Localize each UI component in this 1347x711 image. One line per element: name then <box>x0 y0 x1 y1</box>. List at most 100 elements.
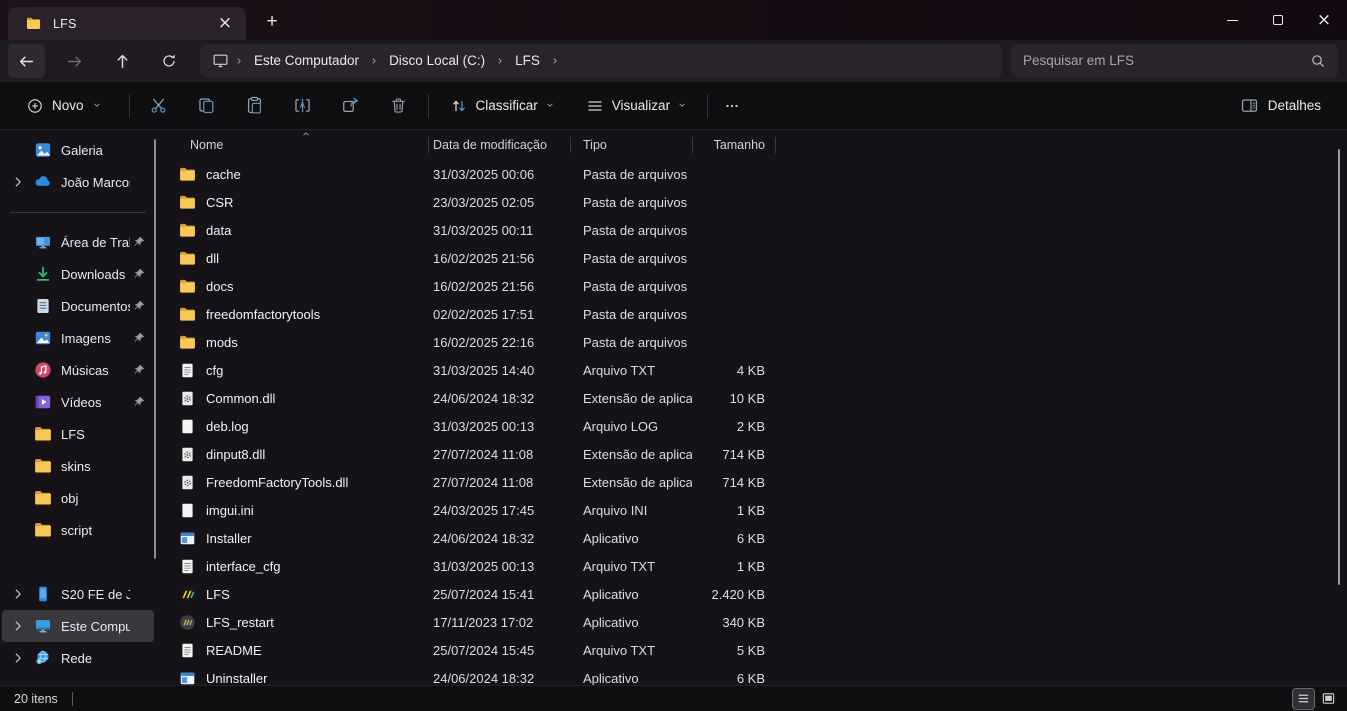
breadcrumb-chevron-icon[interactable] <box>368 55 380 67</box>
new-button[interactable]: Novo <box>16 91 112 121</box>
file-name-cell: cfg <box>160 362 428 379</box>
sort-menu-button[interactable]: Classificar <box>438 90 566 122</box>
delete-button[interactable] <box>375 88 423 124</box>
column-header-name[interactable]: Nome <box>160 138 428 152</box>
pictures-icon <box>34 329 52 347</box>
column-header-date[interactable]: Data de modificação <box>428 138 570 152</box>
cut-button[interactable] <box>135 88 183 124</box>
sidebar-item-m-sicas[interactable]: Músicas <box>2 354 154 386</box>
table-row[interactable]: Common.dll 24/06/2024 18:32 Extensão de ap… <box>160 384 1347 412</box>
column-divider[interactable] <box>692 137 693 153</box>
column-divider[interactable] <box>428 137 429 153</box>
sidebar-item-este-computado[interactable]: Este Computado <box>2 610 154 642</box>
more-options-button[interactable] <box>713 88 751 124</box>
expand-chevron-icon[interactable] <box>11 587 25 601</box>
sidebar-item-galeria[interactable]: Galeria <box>2 134 154 166</box>
copy-button[interactable] <box>183 88 231 124</box>
details-pane-button[interactable]: Detalhes <box>1230 89 1331 122</box>
column-header-type[interactable]: Tipo <box>570 138 692 152</box>
file-type: Pasta de arquivos <box>583 306 688 322</box>
back-arrow-icon <box>18 53 35 70</box>
new-tab-button[interactable]: + <box>257 9 287 34</box>
breadcrumb-item[interactable]: LFS <box>506 49 549 72</box>
column-divider[interactable] <box>775 137 776 153</box>
paste-button[interactable] <box>231 88 279 124</box>
view-menu-button[interactable]: Visualizar <box>574 90 698 122</box>
file-size: 1 KB <box>736 502 765 518</box>
expand-chevron-icon[interactable] <box>11 619 25 633</box>
details-view-button[interactable] <box>1292 687 1315 710</box>
table-row[interactable]: deb.log 31/03/2025 00:13 Arquivo LOG 2 KB <box>160 412 1347 440</box>
page-icon <box>179 418 196 435</box>
rename-button[interactable]: A <box>279 88 327 124</box>
table-row[interactable]: CSR 23/03/2025 02:05 Pasta de arquivos <box>160 188 1347 216</box>
table-row[interactable]: freedomfactorytools 02/02/2025 17:51 Pasta… <box>160 300 1347 328</box>
breadcrumb[interactable]: Este Computador Disco Local (C:) LFS <box>200 44 1002 77</box>
forward-button[interactable] <box>56 44 93 78</box>
sidebar-item--rea-de-trab[interactable]: Área de Trab <box>2 226 154 258</box>
table-row[interactable]: cache 31/03/2025 00:06 Pasta de arquivos <box>160 160 1347 188</box>
expand-chevron-icon[interactable] <box>11 651 25 665</box>
share-button[interactable] <box>327 88 375 124</box>
sidebar-item-rede[interactable]: Rede <box>2 642 154 674</box>
table-row[interactable]: imgui.ini 24/03/2025 17:45 Arquivo INI 1 KB <box>160 496 1347 524</box>
table-row[interactable]: data 31/03/2025 00:11 Pasta de arquivos <box>160 216 1347 244</box>
breadcrumb-chevron-icon[interactable] <box>549 55 561 67</box>
sidebar-item-imagens[interactable]: Imagens <box>2 322 154 354</box>
column-divider[interactable] <box>570 137 571 153</box>
thumbnails-view-button[interactable] <box>1318 689 1339 709</box>
sidebar-item-skins[interactable]: skins <box>2 450 154 482</box>
breadcrumb-chevron-icon[interactable] <box>233 55 245 67</box>
breadcrumb-item[interactable]: Disco Local (C:) <box>380 49 494 72</box>
file-date: 31/03/2025 00:11 <box>433 222 534 238</box>
table-row[interactable]: interface_cfg 31/03/2025 00:13 Arquivo TXT… <box>160 552 1347 580</box>
table-row[interactable]: README 25/07/2024 15:45 Arquivo TXT 5 KB <box>160 636 1347 664</box>
expand-chevron-icon[interactable] <box>11 175 25 189</box>
breadcrumb-chevron-icon[interactable] <box>494 55 506 67</box>
sidebar-item-lfs[interactable]: LFS <box>2 418 154 450</box>
table-row[interactable]: cfg 31/03/2025 14:40 Arquivo TXT 4 KB <box>160 356 1347 384</box>
sidebar-item-jo-o-marcos-vie[interactable]: João Marcos Vie <box>2 166 154 198</box>
sidebar-item-downloads[interactable]: Downloads <box>2 258 154 290</box>
column-header-size[interactable]: Tamanho <box>692 138 775 152</box>
search-box[interactable] <box>1011 44 1338 77</box>
file-type: Pasta de arquivos <box>583 194 688 210</box>
computer-icon <box>212 52 229 69</box>
table-row[interactable]: LFS_restart 17/11/2023 17:02 Aplicativo 340… <box>160 608 1347 636</box>
table-row[interactable]: dll 16/02/2025 21:56 Pasta de arquivos <box>160 244 1347 272</box>
close-button[interactable]: × <box>1301 0 1347 40</box>
view-lines-icon <box>586 97 604 115</box>
explorer-tab[interactable]: LFS × <box>8 7 246 40</box>
breadcrumb-item[interactable]: Este Computador <box>245 49 368 72</box>
table-row[interactable]: Uninstaller 24/06/2024 18:32 Aplicativo 6 K… <box>160 664 1347 685</box>
sidebar-item-documentos[interactable]: Documentos <box>2 290 154 322</box>
up-button[interactable] <box>104 44 141 78</box>
search-input[interactable] <box>1023 53 1310 68</box>
tab-close-icon[interactable]: × <box>212 12 238 36</box>
sort-menu-label: Classificar <box>475 98 538 113</box>
sidebar-item-label: S20 FE de João N <box>61 586 130 602</box>
table-row[interactable]: docs 16/02/2025 21:56 Pasta de arquivos <box>160 272 1347 300</box>
file-name: README <box>206 642 262 658</box>
table-row[interactable]: Installer 24/06/2024 18:32 Aplicativo 6 KB <box>160 524 1347 552</box>
sidebar-item-obj[interactable]: obj <box>2 482 154 514</box>
refresh-button[interactable] <box>150 44 187 78</box>
sidebar-scrollbar[interactable] <box>154 139 156 559</box>
sidebar-item-s20-fe-de-jo-o-n[interactable]: S20 FE de João N <box>2 578 154 610</box>
table-row[interactable]: mods 16/02/2025 22:16 Pasta de arquivos <box>160 328 1347 356</box>
sidebar-item-v-deos[interactable]: Vídeos <box>2 386 154 418</box>
maximize-button[interactable] <box>1255 0 1301 40</box>
table-row[interactable]: dinput8.dll 27/07/2024 11:08 Extensão de a… <box>160 440 1347 468</box>
search-icon[interactable] <box>1310 53 1326 69</box>
sidebar-item-label: script <box>61 522 93 538</box>
table-row[interactable]: LFS 25/07/2024 15:41 Aplicativo 2.420 KB <box>160 580 1347 608</box>
lfs-icon <box>179 586 196 603</box>
table-row[interactable]: FreedomFactoryTools.dll 27/07/2024 11:08 E… <box>160 468 1347 496</box>
file-date: 16/02/2025 21:56 <box>433 278 535 294</box>
back-button[interactable] <box>8 44 45 78</box>
sidebar-item-script[interactable]: script <box>2 514 154 546</box>
file-list-scrollbar[interactable] <box>1338 149 1340 585</box>
minimize-button[interactable] <box>1209 0 1255 40</box>
folder-icon <box>179 306 196 323</box>
